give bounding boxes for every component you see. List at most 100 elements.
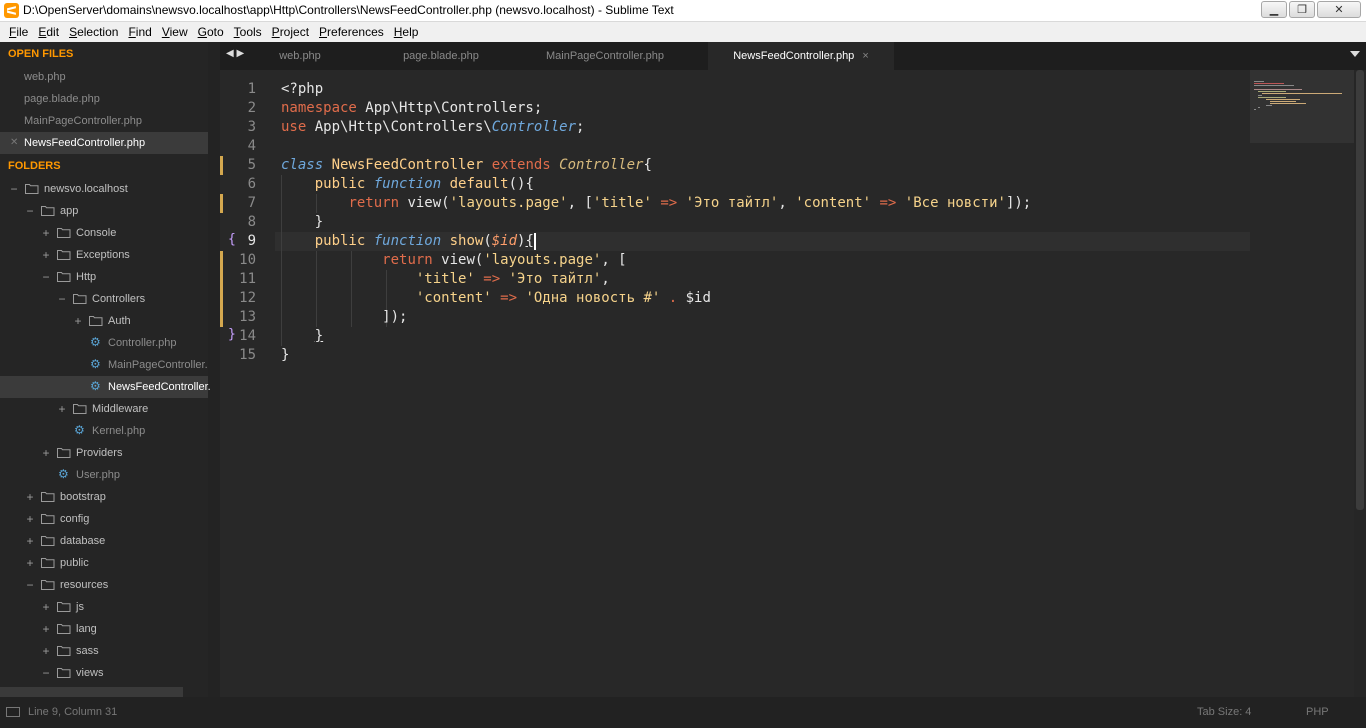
expand-icon[interactable]: + bbox=[24, 552, 36, 574]
line-number-gutter: 1 2 3 4 5 6 7 8 9 10 11 12 13 14 15 bbox=[220, 70, 275, 697]
code-line-15: } bbox=[281, 347, 290, 363]
expand-icon[interactable]: + bbox=[24, 530, 36, 552]
folder-sass[interactable]: + sass bbox=[0, 640, 220, 662]
line-number: 3 bbox=[247, 119, 256, 135]
tab-size-selector[interactable]: Tab Size: 4 bbox=[1197, 706, 1251, 718]
tab-newsfeed-controller[interactable]: NewsFeedController.php × bbox=[708, 42, 894, 70]
tree-label: NewsFeedController. bbox=[108, 381, 211, 393]
folder-open-icon bbox=[57, 271, 71, 282]
expand-icon[interactable]: + bbox=[40, 442, 52, 464]
folder-controllers[interactable]: − Controllers bbox=[0, 288, 220, 310]
menu-preferences[interactable]: Preferences bbox=[314, 25, 389, 39]
folder-providers[interactable]: + Providers bbox=[0, 442, 220, 464]
folder-icon bbox=[57, 601, 71, 612]
open-file-page-blade[interactable]: page.blade.php bbox=[0, 88, 220, 110]
menu-find[interactable]: Find bbox=[123, 25, 156, 39]
code-line-7: return view('layouts.page', ['title' => … bbox=[348, 195, 1032, 211]
file-controller-php[interactable]: ⚙ Controller.php bbox=[0, 332, 220, 354]
open-file-mainpage-controller[interactable]: MainPageController.php bbox=[0, 110, 220, 132]
close-button[interactable]: ✕ bbox=[1317, 1, 1361, 18]
folder-console[interactable]: + Console bbox=[0, 222, 220, 244]
expand-icon[interactable]: + bbox=[56, 398, 68, 420]
file-mainpage-controller-php[interactable]: ⚙ MainPageController. bbox=[0, 354, 220, 376]
syntax-selector[interactable]: PHP bbox=[1306, 706, 1329, 718]
folder-icon bbox=[57, 645, 71, 656]
expand-icon[interactable]: + bbox=[40, 222, 52, 244]
folder-auth[interactable]: + Auth bbox=[0, 310, 220, 332]
tree-label: js bbox=[76, 601, 84, 613]
editor-scrollbar-thumb[interactable] bbox=[1356, 70, 1364, 510]
expand-icon[interactable]: + bbox=[72, 310, 84, 332]
file-user-php[interactable]: ⚙ User.php bbox=[0, 464, 220, 486]
open-file-web[interactable]: web.php bbox=[0, 66, 220, 88]
folder-bootstrap[interactable]: + bootstrap bbox=[0, 486, 220, 508]
code-line-11: 'title' => 'Это тайтл', bbox=[415, 271, 610, 287]
menu-project[interactable]: Project bbox=[267, 25, 314, 39]
code-editor[interactable]: { } 1 2 3 4 5 6 7 8 9 10 11 12 13 14 15 … bbox=[220, 70, 1354, 697]
folder-resources[interactable]: − resources bbox=[0, 574, 220, 596]
expand-icon[interactable]: + bbox=[24, 486, 36, 508]
folder-middleware[interactable]: + Middleware bbox=[0, 398, 220, 420]
expand-icon[interactable]: + bbox=[40, 596, 52, 618]
sidebar-horizontal-scrollbar[interactable] bbox=[0, 687, 183, 697]
folder-lang[interactable]: + lang bbox=[0, 618, 220, 640]
code-text[interactable]: <?php namespace App\Http\Controllers; us… bbox=[281, 80, 1031, 365]
menu-goto[interactable]: Goto bbox=[193, 25, 229, 39]
line-number: 13 bbox=[239, 309, 256, 325]
minimap[interactable] bbox=[1250, 70, 1354, 143]
tree-label: database bbox=[60, 535, 106, 547]
tree-label: Middleware bbox=[92, 403, 149, 415]
editor-scrollbar[interactable] bbox=[1354, 70, 1366, 697]
close-file-icon[interactable]: ✕ bbox=[10, 132, 18, 154]
sublime-window: D:\OpenServer\domains\newsvo.localhost\a… bbox=[0, 0, 1366, 728]
file-kernel-php[interactable]: ⚙ Kernel.php bbox=[0, 420, 220, 442]
menu-view[interactable]: View bbox=[157, 25, 193, 39]
menu-file[interactable]: File bbox=[4, 25, 33, 39]
folder-js[interactable]: + js bbox=[0, 596, 220, 618]
collapse-icon[interactable]: − bbox=[24, 574, 36, 596]
folder-icon bbox=[41, 513, 55, 524]
expand-icon[interactable]: + bbox=[40, 618, 52, 640]
folder-icon bbox=[57, 227, 71, 238]
line-number: 8 bbox=[247, 214, 256, 230]
folder-http[interactable]: − Http bbox=[0, 266, 220, 288]
maximize-button[interactable]: ❐ bbox=[1289, 1, 1315, 18]
collapse-icon[interactable]: − bbox=[40, 662, 52, 684]
collapse-icon[interactable]: − bbox=[24, 200, 36, 222]
menu-selection[interactable]: Selection bbox=[64, 25, 123, 39]
collapse-icon[interactable]: − bbox=[8, 178, 20, 200]
collapse-icon[interactable]: − bbox=[56, 288, 68, 310]
code-line-2: namespace App\Http\Controllers; bbox=[281, 100, 543, 116]
sublime-logo-icon bbox=[4, 3, 19, 18]
code-line-5: class NewsFeedController extends Control… bbox=[281, 157, 652, 173]
tab-web-php[interactable]: web.php bbox=[240, 42, 360, 70]
panel-toggle-icon[interactable] bbox=[6, 707, 20, 717]
file-newsfeed-controller-php[interactable]: ⚙ NewsFeedController. bbox=[0, 376, 211, 398]
menu-help[interactable]: Help bbox=[389, 25, 424, 39]
minimize-button[interactable]: ▁ bbox=[1261, 1, 1287, 18]
folder-icon bbox=[89, 315, 103, 326]
folder-app[interactable]: − app bbox=[0, 200, 220, 222]
menu-tools[interactable]: Tools bbox=[229, 25, 267, 39]
menu-edit[interactable]: Edit bbox=[33, 25, 64, 39]
tab-mainpage-controller[interactable]: MainPageController.php bbox=[530, 42, 680, 70]
tab-list-chevron-icon[interactable] bbox=[1350, 51, 1360, 57]
expand-icon[interactable]: + bbox=[40, 640, 52, 662]
folder-open-icon bbox=[73, 293, 87, 304]
folder-newsvo-localhost[interactable]: − newsvo.localhost bbox=[0, 178, 220, 200]
folder-config[interactable]: + config bbox=[0, 508, 220, 530]
expand-icon[interactable]: + bbox=[24, 508, 36, 530]
collapse-icon[interactable]: − bbox=[40, 266, 52, 288]
tree-label: resources bbox=[60, 579, 109, 591]
folder-public[interactable]: + public bbox=[0, 552, 220, 574]
folder-exceptions[interactable]: + Exceptions bbox=[0, 244, 220, 266]
expand-icon[interactable]: + bbox=[40, 244, 52, 266]
menu-bar: File Edit Selection Find View Goto Tools… bbox=[0, 22, 1366, 42]
code-line-9: public function show($id){ bbox=[314, 233, 536, 250]
open-file-newsfeed-controller[interactable]: ✕ NewsFeedController.php bbox=[0, 132, 208, 154]
folder-views[interactable]: − views bbox=[0, 662, 220, 684]
tab-close-icon[interactable]: × bbox=[862, 50, 868, 62]
folder-database[interactable]: + database bbox=[0, 530, 220, 552]
tree-label: User.php bbox=[76, 469, 121, 481]
tab-page-blade-php[interactable]: page.blade.php bbox=[380, 42, 502, 70]
